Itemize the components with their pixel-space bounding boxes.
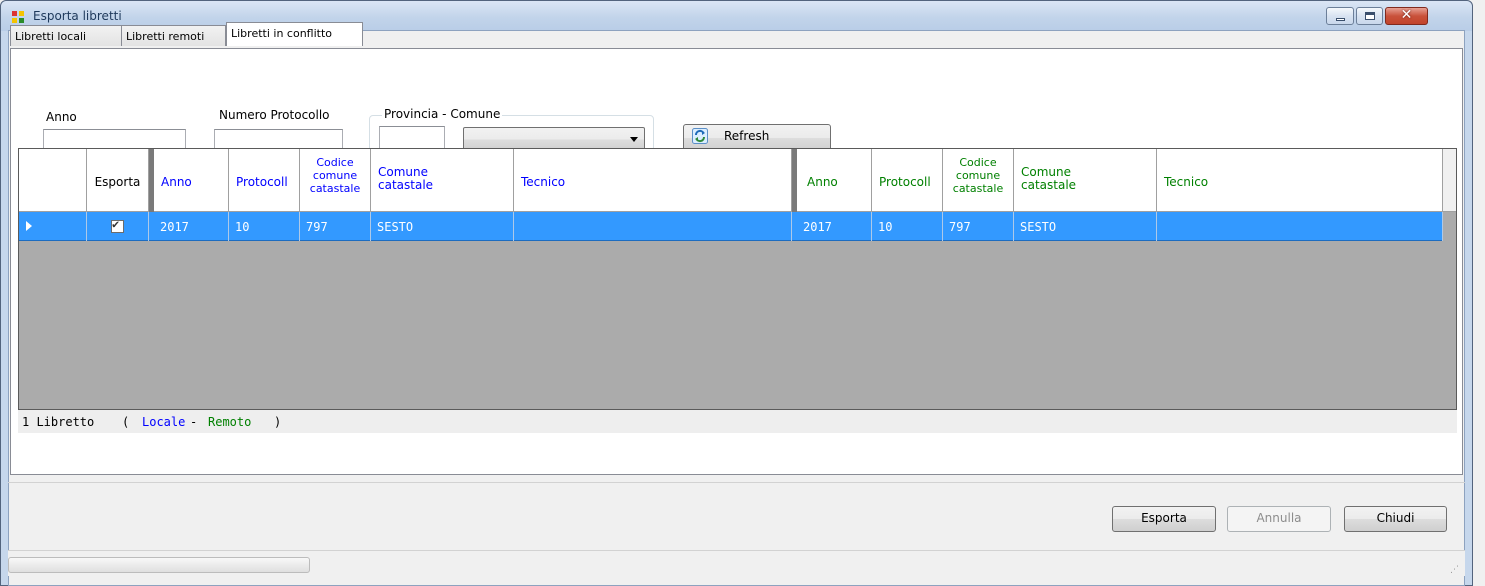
header-protocollo-locale[interactable]: Protocoll — [229, 149, 300, 212]
header-tecnico-locale[interactable]: Tecnico — [514, 149, 792, 212]
legend-locale: Locale — [142, 415, 186, 429]
header-codice-line1: Codice — [959, 156, 997, 169]
header-codice-line3: catastale — [952, 182, 1004, 195]
minimize-icon — [1336, 18, 1345, 21]
current-row-arrow-icon — [26, 221, 32, 231]
esporta-button-label: Esporta — [1141, 511, 1187, 525]
header-tecnico-label: Tecnico — [521, 175, 566, 189]
cell-tecnico-remoto — [1157, 212, 1443, 241]
header-codice-line3: catastale — [309, 182, 361, 195]
cell-comune-remoto: SESTO — [1014, 212, 1157, 241]
refresh-icon — [692, 128, 708, 144]
row-header-corner — [19, 149, 87, 212]
anno-label: Anno — [46, 110, 77, 124]
header-anno-label: Anno — [807, 175, 838, 189]
header-codice-line2: comune — [312, 169, 358, 182]
header-comune-catastale-remoto[interactable]: Comune catastale — [1014, 149, 1157, 212]
cell-esporta[interactable]: ✔ — [87, 212, 149, 241]
numero-protocollo-label: Numero Protocollo — [219, 108, 330, 122]
chevron-down-icon — [630, 137, 638, 142]
cell-anno-locale: 2017 — [154, 212, 229, 241]
cell-anno-remoto: 2017 — [797, 212, 872, 241]
close-button[interactable]: ✕ — [1385, 7, 1428, 25]
annulla-button-label: Annulla — [1256, 511, 1302, 525]
maximize-button[interactable] — [1356, 7, 1383, 25]
header-anno-remoto[interactable]: Anno — [797, 149, 872, 212]
row-header[interactable] — [19, 212, 87, 241]
tab-libretti-remoti[interactable]: Libretti remoti — [121, 25, 226, 46]
cell-codice-locale: 797 — [300, 212, 371, 241]
header-codice-line1: Codice — [316, 156, 354, 169]
header-anno-label: Anno — [161, 175, 192, 189]
tab-label: Libretti remoti — [126, 30, 205, 43]
header-tecnico-label: Tecnico — [1164, 175, 1209, 189]
summary-dash: - — [190, 415, 198, 429]
checkmark-icon: ✔ — [112, 217, 120, 231]
header-filler — [1443, 149, 1456, 212]
cell-codice-remoto: 797 — [943, 212, 1014, 241]
tab-label: Libretti locali — [15, 30, 87, 43]
conflict-grid[interactable]: Esporta Anno Protocoll Codice comune cat… — [18, 148, 1457, 410]
provincia-comune-label: Provincia - Comune — [382, 107, 503, 121]
header-protocollo-label: Protocoll — [879, 175, 931, 189]
header-comune-line1: Comune — [1021, 165, 1072, 179]
chiudi-button[interactable]: Chiudi — [1344, 506, 1447, 532]
cell-tecnico-locale — [514, 212, 792, 241]
header-codice-comune-locale[interactable]: Codice comune catastale — [300, 149, 371, 212]
minimize-button[interactable] — [1326, 7, 1354, 25]
libretto-count: 1 Libretto — [22, 415, 95, 429]
esporta-button[interactable]: Esporta — [1112, 506, 1216, 532]
header-esporta[interactable]: Esporta — [87, 149, 149, 212]
header-comune-line2: catastale — [378, 178, 434, 192]
summary-open-paren: ( — [122, 415, 130, 429]
close-icon: ✕ — [1400, 7, 1413, 23]
summary-close-paren: ) — [274, 415, 282, 429]
window-title: Esporta libretti — [33, 9, 122, 23]
chiudi-button-label: Chiudi — [1376, 511, 1415, 525]
header-codice-line2: comune — [955, 169, 1001, 182]
header-tecnico-remoto[interactable]: Tecnico — [1157, 149, 1443, 212]
refresh-button-label: Refresh — [724, 129, 770, 143]
legend-remoto: Remoto — [208, 415, 252, 429]
tab-libretti-in-conflitto[interactable]: Libretti in conflitto — [226, 22, 363, 46]
tab-libretti-locali[interactable]: Libretti locali — [10, 25, 122, 46]
cell-comune-locale: SESTO — [371, 212, 514, 241]
maximize-icon — [1365, 12, 1375, 20]
header-comune-line2: catastale — [1021, 178, 1077, 192]
cell-protocollo-remoto: 10 — [872, 212, 943, 241]
tab-label: Libretti in conflitto — [231, 27, 333, 40]
summary-strip: 1 Libretto ( Locale - Remoto ) — [18, 410, 1457, 433]
header-anno-locale[interactable]: Anno — [154, 149, 229, 212]
progress-bar — [8, 557, 310, 573]
footer-divider — [8, 482, 1465, 483]
annulla-button[interactable]: Annulla — [1227, 506, 1331, 532]
header-codice-comune-remoto[interactable]: Codice comune catastale — [943, 149, 1014, 212]
cell-protocollo-locale: 10 — [229, 212, 300, 241]
header-protocollo-label: Protocoll — [236, 175, 288, 189]
resize-grip-icon[interactable]: ⋰ — [1450, 565, 1460, 575]
esporta-checkbox[interactable]: ✔ — [111, 217, 124, 233]
header-protocollo-remoto[interactable]: Protocoll — [872, 149, 943, 212]
header-comune-catastale-locale[interactable]: Comune catastale — [371, 149, 514, 212]
header-esporta-label: Esporta — [94, 175, 141, 189]
app-icon — [12, 11, 26, 23]
header-comune-line1: Comune — [378, 165, 429, 179]
